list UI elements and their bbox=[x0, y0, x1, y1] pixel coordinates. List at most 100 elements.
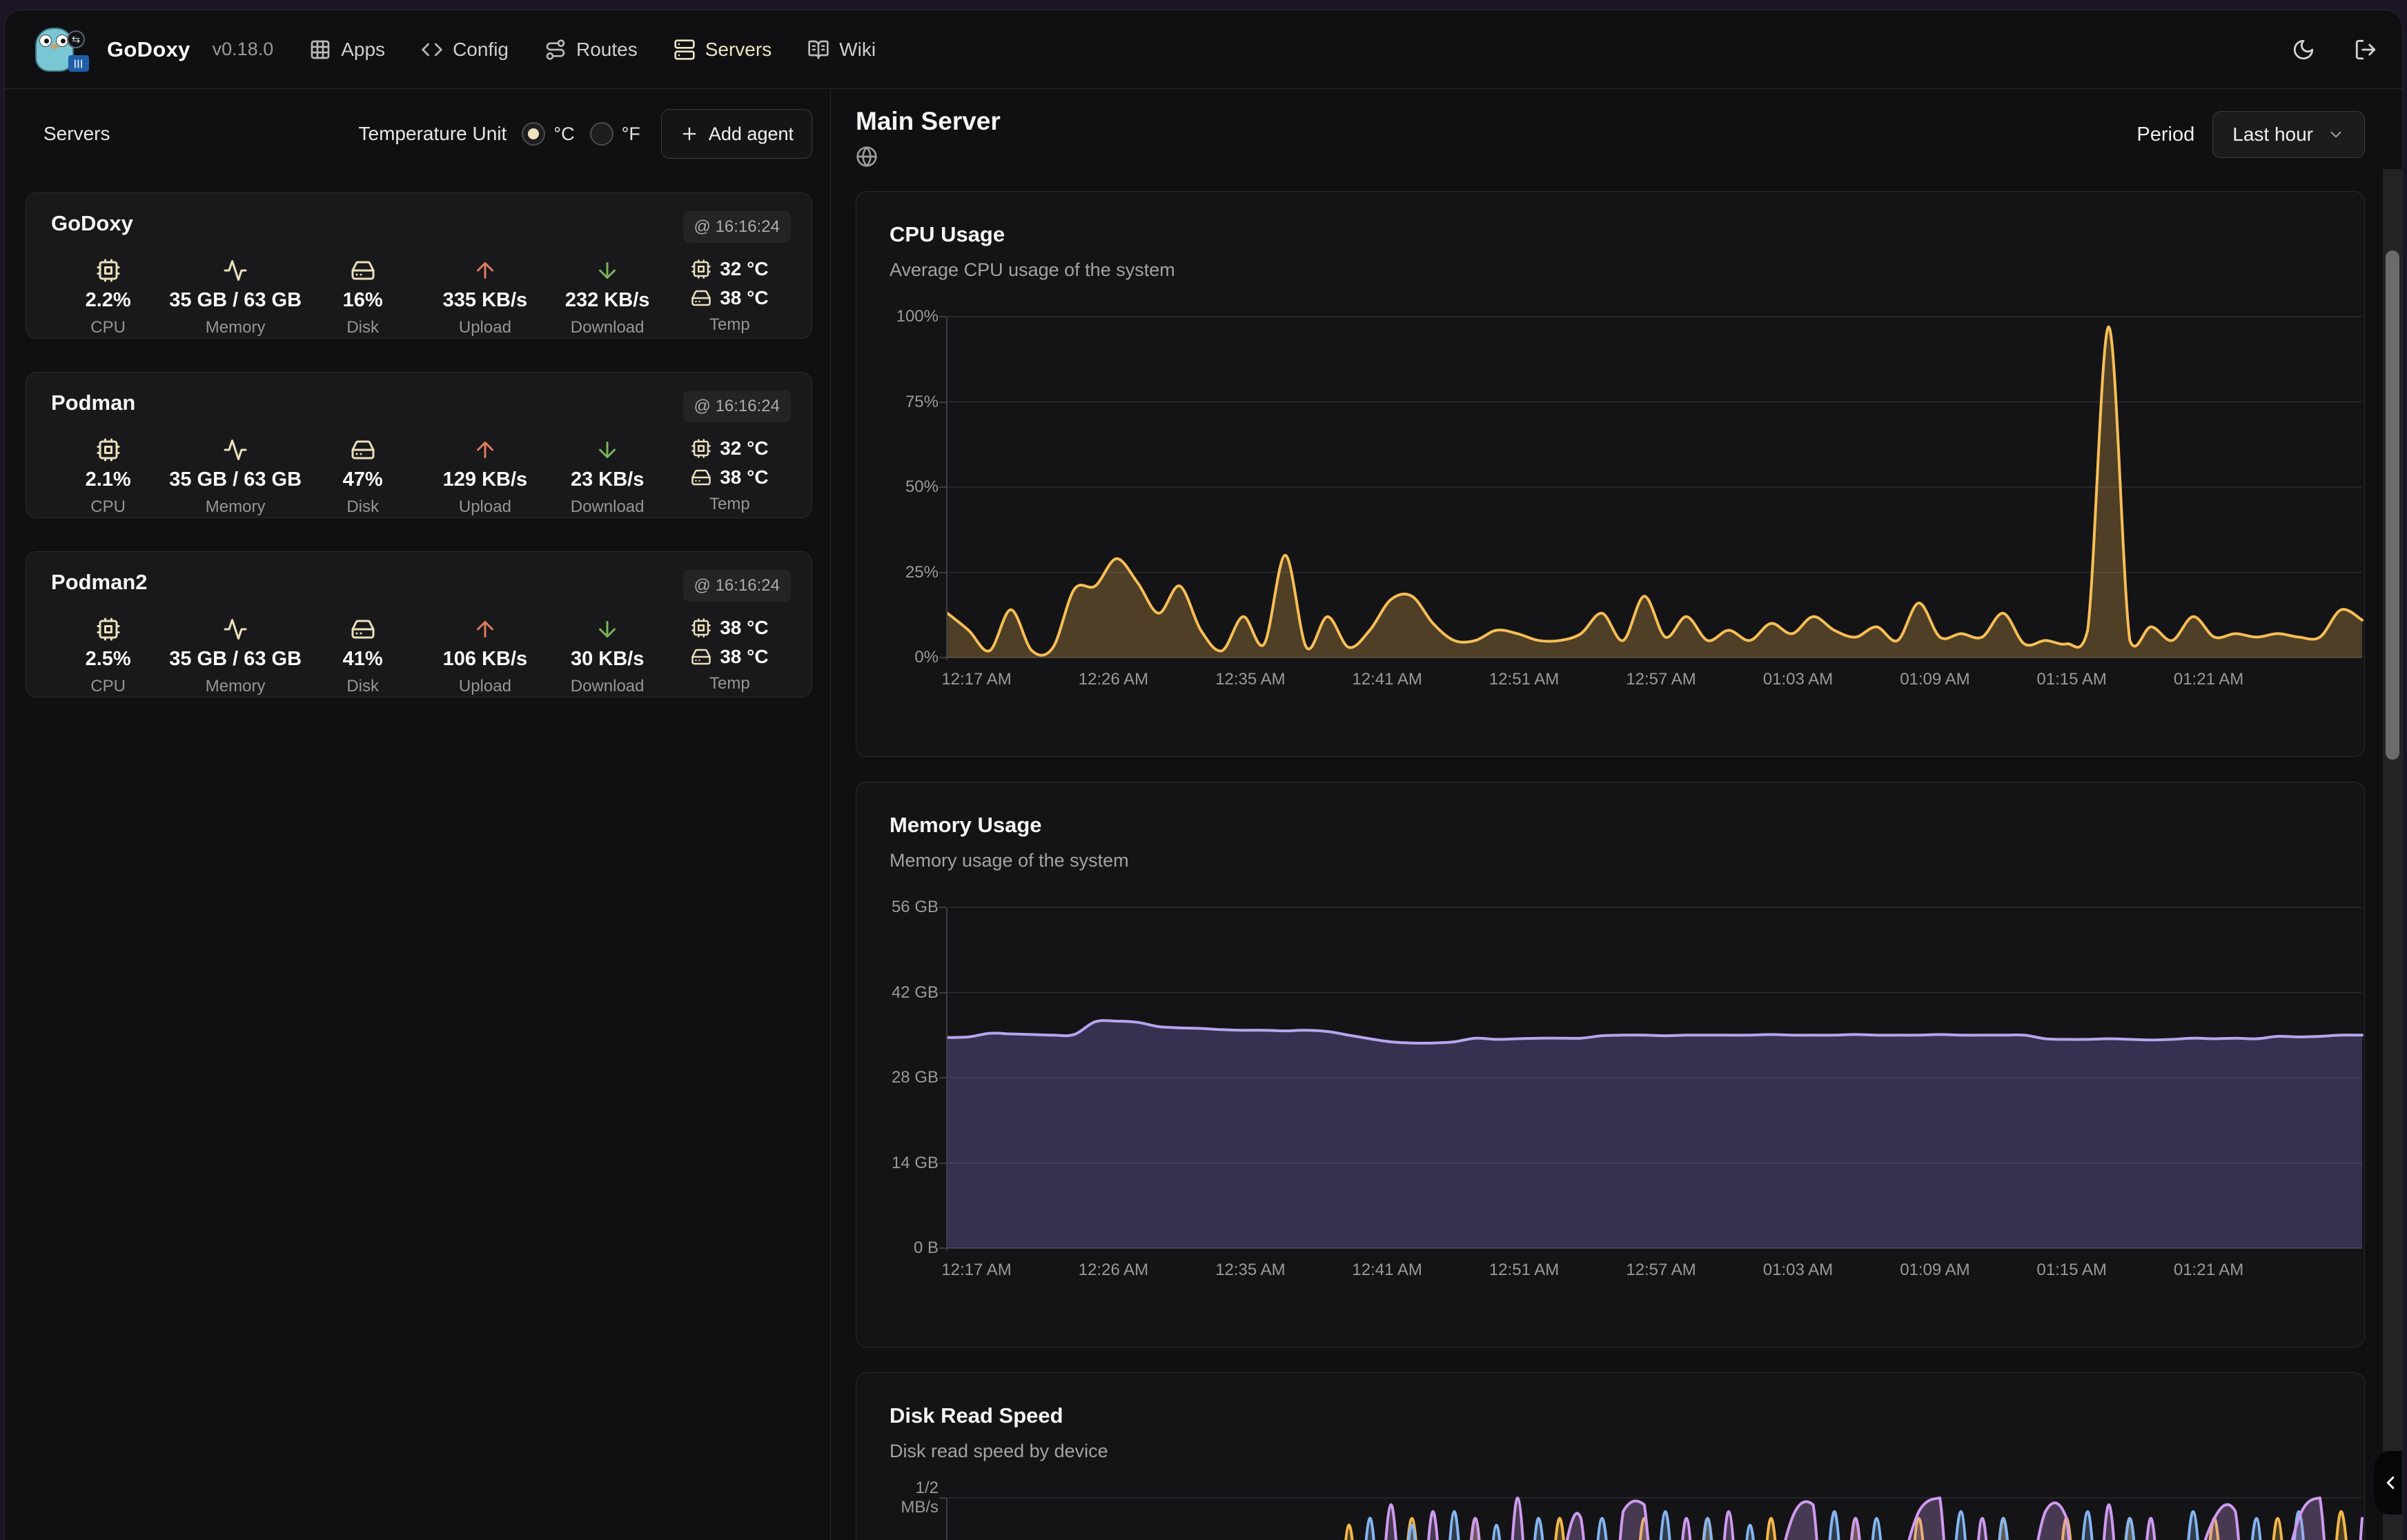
activity-icon bbox=[223, 258, 248, 283]
route-icon bbox=[544, 39, 567, 61]
x-tick-label: 01:21 AM bbox=[2154, 670, 2264, 689]
server-timestamp: @ 16:16:24 bbox=[683, 391, 791, 422]
servers-sidebar: Servers Temperature Unit °C °F Add agent bbox=[5, 89, 831, 1540]
x-tick-label: 01:03 AM bbox=[1742, 1261, 1853, 1280]
y-tick-mark bbox=[939, 402, 946, 403]
cpu-icon bbox=[691, 438, 711, 459]
celsius-radio[interactable]: °C bbox=[522, 122, 574, 146]
y-tick-label: 56 GB bbox=[856, 898, 939, 917]
hard-drive-icon bbox=[351, 258, 375, 283]
arrow-down-icon bbox=[595, 437, 620, 462]
nav-item-routes[interactable]: Routes bbox=[544, 39, 638, 61]
y-tick-label: 0 B bbox=[856, 1238, 939, 1258]
proxy-arrow-badge: ⇆ bbox=[67, 30, 85, 48]
nav-item-config[interactable]: Config bbox=[421, 39, 509, 61]
x-tick-label: 12:41 AM bbox=[1332, 1261, 1442, 1280]
app-window: ⇆ ||| GoDoxy v0.18.0 Apps Config Routes … bbox=[4, 10, 2403, 1540]
arrow-up-icon bbox=[473, 437, 498, 462]
x-tick-label: 12:41 AM bbox=[1332, 670, 1442, 689]
cpu-usage-chart[interactable]: 100%75%50%25%0%12:17 AM12:26 AM12:35 AM1… bbox=[947, 317, 2361, 658]
add-agent-button[interactable]: Add agent bbox=[661, 109, 812, 159]
moon-icon[interactable] bbox=[2292, 38, 2315, 61]
y-tick-label: 28 GB bbox=[856, 1068, 939, 1087]
y-axis-line bbox=[946, 907, 947, 1251]
server-name: GoDoxy bbox=[47, 211, 133, 236]
x-tick-label: 12:35 AM bbox=[1195, 670, 1306, 689]
vertical-scrollbar[interactable] bbox=[2383, 169, 2402, 1540]
x-tick-label: 01:15 AM bbox=[2016, 1261, 2127, 1280]
memory-usage-card: Memory Usage Memory usage of the system … bbox=[856, 782, 2365, 1348]
y-tick-mark bbox=[939, 316, 946, 317]
memory-usage-chart[interactable]: 56 GB42 GB28 GB14 GB0 B12:17 AM12:26 AM1… bbox=[947, 907, 2361, 1248]
stat-download: 23 KB/sDownload bbox=[547, 437, 669, 517]
nav-item-wiki[interactable]: Wiki bbox=[807, 39, 876, 61]
x-tick-label: 12:17 AM bbox=[921, 670, 1032, 689]
y-tick-mark bbox=[939, 1077, 946, 1078]
cpu-icon bbox=[96, 617, 121, 642]
activity-icon bbox=[223, 617, 248, 642]
x-tick-label: 01:03 AM bbox=[1742, 670, 1853, 689]
navbar-actions bbox=[2292, 38, 2377, 61]
plus-icon bbox=[680, 124, 699, 144]
fahrenheit-radio[interactable]: °F bbox=[590, 122, 640, 146]
server-timestamp: @ 16:16:24 bbox=[683, 211, 791, 243]
stat-disk: 47%Disk bbox=[302, 437, 424, 517]
y-tick-label: 0% bbox=[856, 648, 939, 667]
period-label: Period bbox=[2136, 124, 2194, 146]
y-tick-mark bbox=[939, 486, 946, 488]
x-tick-label: 12:57 AM bbox=[1606, 670, 1716, 689]
stat-cpu: 2.2%CPU bbox=[47, 258, 169, 337]
x-tick-label: 01:09 AM bbox=[1880, 670, 1990, 689]
server-timestamp: @ 16:16:24 bbox=[683, 570, 791, 602]
temperature-unit-label: Temperature Unit bbox=[359, 123, 507, 145]
y-tick-mark bbox=[939, 1163, 946, 1164]
chevron-down-icon bbox=[2327, 126, 2345, 144]
stat-upload: 106 KB/sUpload bbox=[424, 617, 546, 696]
chart-title: CPU Usage bbox=[890, 222, 2364, 247]
stat-upload: 335 KB/sUpload bbox=[424, 258, 546, 337]
brand: ⇆ ||| GoDoxy v0.18.0 bbox=[35, 26, 273, 73]
cpu-icon bbox=[96, 258, 121, 283]
arrow-down-icon bbox=[595, 258, 620, 283]
y-axis-line bbox=[946, 1498, 947, 1540]
x-tick-label: 12:26 AM bbox=[1058, 670, 1168, 689]
nav-item-servers[interactable]: Servers bbox=[674, 39, 772, 61]
x-tick-label: 01:09 AM bbox=[1880, 1261, 1990, 1280]
grid-icon bbox=[309, 39, 331, 61]
hard-drive-icon bbox=[351, 617, 375, 642]
chart-title: Disk Read Speed bbox=[890, 1403, 2364, 1428]
x-tick-label: 01:21 AM bbox=[2154, 1261, 2264, 1280]
y-tick-label: 50% bbox=[856, 477, 939, 497]
server-card-podman2[interactable]: Podman2 @ 16:16:24 2.5%CPU 35 GB / 63 GB… bbox=[26, 551, 812, 698]
sidebar-title: Servers bbox=[26, 123, 110, 145]
disk-read-speed-card: Disk Read Speed Disk read speed by devic… bbox=[856, 1372, 2365, 1540]
server-icon bbox=[674, 39, 696, 61]
chart-title: Memory Usage bbox=[890, 813, 2364, 838]
hard-drive-icon bbox=[691, 467, 711, 488]
period-select[interactable]: Last hour bbox=[2212, 111, 2365, 158]
y-tick-mark bbox=[939, 1497, 946, 1499]
nav-item-apps[interactable]: Apps bbox=[309, 39, 385, 61]
server-card-godoxy[interactable]: GoDoxy @ 16:16:24 2.2%CPU 35 GB / 63 GBM… bbox=[26, 192, 812, 339]
chart-subtitle: Average CPU usage of the system bbox=[890, 259, 2364, 281]
navbar: ⇆ ||| GoDoxy v0.18.0 Apps Config Routes … bbox=[5, 10, 2402, 89]
activity-icon bbox=[223, 437, 248, 462]
cpu-usage-card: CPU Usage Average CPU usage of the syste… bbox=[856, 191, 2365, 757]
y-tick-mark bbox=[939, 992, 946, 994]
scrollbar-thumb[interactable] bbox=[2386, 250, 2399, 760]
panel-collapse-tab[interactable] bbox=[2375, 1451, 2402, 1514]
x-tick-label: 01:15 AM bbox=[2016, 670, 2127, 689]
chart-subtitle: Memory usage of the system bbox=[890, 850, 2364, 871]
stat-download: 30 KB/sDownload bbox=[547, 617, 669, 696]
stat-memory: 35 GB / 63 GBMemory bbox=[169, 617, 302, 696]
book-open-icon bbox=[807, 39, 829, 61]
y-axis-line bbox=[946, 317, 947, 660]
x-tick-label: 12:26 AM bbox=[1058, 1261, 1168, 1280]
logout-icon[interactable] bbox=[2354, 38, 2377, 61]
stat-memory: 35 GB / 63 GBMemory bbox=[169, 437, 302, 517]
server-card-podman[interactable]: Podman @ 16:16:24 2.1%CPU 35 GB / 63 GBM… bbox=[26, 372, 812, 518]
disk-read-speed-chart[interactable]: 1/2 MB/s bbox=[947, 1498, 2361, 1540]
stat-upload: 129 KB/sUpload bbox=[424, 437, 546, 517]
hard-drive-icon bbox=[351, 437, 375, 462]
stat-cpu: 2.1%CPU bbox=[47, 437, 169, 517]
